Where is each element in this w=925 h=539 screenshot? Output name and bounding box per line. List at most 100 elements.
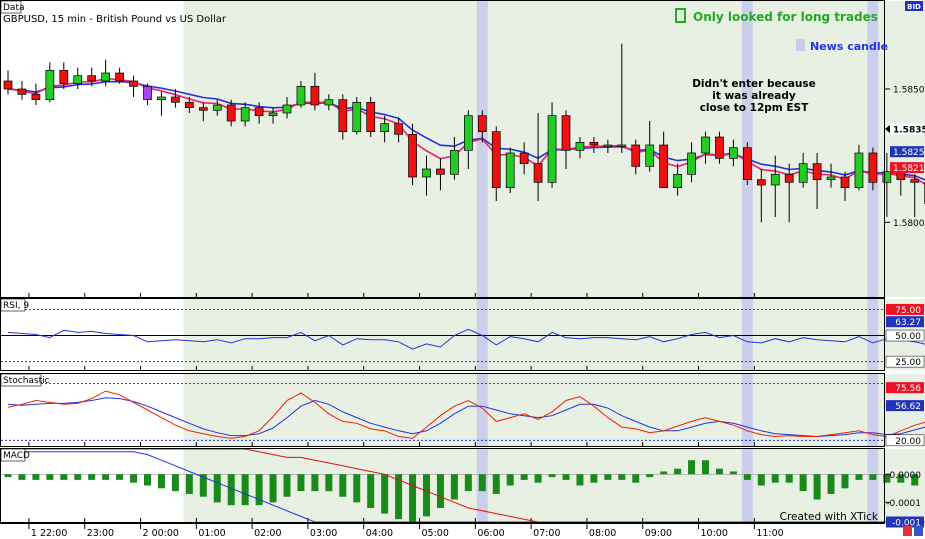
macd-histogram-bar (757, 474, 765, 486)
candle-body (324, 99, 334, 106)
macd-histogram-bar (632, 474, 640, 483)
scroll-right-icon[interactable] (914, 526, 923, 536)
time-tick-label: 06:00 (477, 528, 504, 539)
macd-histogram-bar (325, 474, 333, 492)
candle-body (742, 147, 752, 181)
candle-body (659, 144, 669, 189)
candle-body (589, 141, 599, 146)
candle-body (143, 85, 152, 101)
macd-histogram-bar (841, 474, 849, 489)
price-tag-label: 1.5835 (893, 126, 925, 136)
macd-histogram-bar (534, 474, 542, 483)
macd-histogram-bar (646, 474, 654, 478)
macd-histogram-bar (743, 474, 751, 480)
candle-body (673, 173, 682, 189)
candle-body (491, 131, 501, 189)
macd-histogram-bar (353, 474, 361, 503)
candle-body (464, 115, 473, 151)
macd-histogram-bar (799, 474, 807, 492)
candle-body (477, 115, 487, 133)
macd-axis-tag: -0.0001 (886, 499, 921, 509)
candle-body (561, 115, 571, 151)
macd-histogram-bar (785, 474, 793, 483)
news-candle-band (741, 449, 753, 522)
macd-histogram-bar (813, 474, 821, 500)
macd-histogram-bar (130, 474, 138, 483)
macd-histogram-bar (339, 474, 347, 497)
news-candle-legend: News candle (810, 40, 888, 53)
macd-histogram-bar (311, 474, 319, 492)
macd-histogram-bar (409, 474, 417, 522)
macd-histogram-bar (771, 474, 779, 483)
macd-histogram-bar (869, 474, 877, 480)
rsi-axis-tag: 75.00 (895, 306, 921, 316)
macd-histogram-bar (171, 474, 179, 492)
macd-histogram-bar (46, 474, 54, 480)
candle-body (129, 80, 138, 87)
candle-body (212, 104, 222, 111)
stoch-panel-label: Stochastic (3, 376, 50, 386)
candle-body (701, 136, 710, 154)
candle-body (812, 163, 822, 181)
candle-body (352, 101, 362, 133)
time-tick-label: 05:00 (422, 528, 449, 539)
candle-body (17, 88, 27, 95)
stoch-axis-tag: 75.56 (895, 384, 921, 394)
candle-body (519, 152, 529, 165)
price-tag-label: 1.5825 (893, 148, 925, 158)
candle-body (59, 69, 69, 85)
candle-body (198, 107, 208, 111)
chart-title: GBPUSD, 15 min - British Pound vs US Dol… (3, 14, 227, 25)
footer-credit: Created with XTick (780, 511, 879, 523)
macd-histogram-bar (423, 474, 430, 517)
macd-histogram-bar (492, 474, 500, 494)
macd-histogram-bar (674, 468, 682, 475)
candle-body (826, 176, 836, 181)
scroll-left-icon[interactable] (903, 526, 912, 536)
candle-body (240, 107, 250, 122)
macd-histogram-bar (283, 474, 291, 497)
long-trades-legend: Only looked for long trades (693, 10, 878, 24)
time-tick-label: 10:00 (701, 528, 728, 539)
macd-axis-tag: 0.0000 (890, 471, 922, 481)
rsi-axis-tag: 25.00 (895, 358, 921, 368)
macd-histogram-bar (729, 471, 737, 475)
macd-histogram-bar (562, 474, 570, 480)
candle-body (868, 152, 878, 183)
time-tick-label: 03:00 (310, 528, 337, 539)
bid-badge: BID (907, 3, 921, 11)
time-tick-label: 23:00 (87, 528, 114, 539)
candle-body (282, 104, 292, 114)
time-tick-label: 11:00 (756, 528, 783, 539)
macd-histogram-bar (590, 474, 598, 483)
price-panel-label: Data (3, 3, 25, 13)
candle-body (687, 152, 696, 175)
candle-body (45, 69, 55, 101)
price-tick-label: 1.5850 (893, 86, 925, 96)
candle-body (575, 141, 585, 151)
rsi-axis-tag: 63.27 (895, 318, 921, 328)
candle-body (296, 85, 306, 106)
candle-body (422, 168, 431, 178)
macd-histogram-bar (185, 474, 193, 494)
macd-histogram-bar (74, 474, 82, 480)
macd-histogram-bar (450, 474, 458, 500)
annotation-line-3: close to 12pm EST (700, 102, 809, 114)
time-tick-label: 02:00 (254, 528, 281, 539)
macd-histogram-bar (688, 460, 696, 475)
candle-body (505, 152, 515, 189)
macd-histogram-bar (60, 474, 68, 480)
news-candle-band (741, 374, 753, 446)
candle-body (756, 179, 766, 186)
candle-body (310, 85, 320, 106)
macd-histogram-bar (604, 474, 612, 480)
macd-histogram-bar (827, 474, 835, 494)
candle-body (31, 93, 41, 101)
candle-body (254, 107, 264, 117)
candle-body (171, 96, 180, 103)
rsi-panel-label: RSI, 9 (3, 301, 29, 311)
macd-histogram-bar (32, 474, 40, 480)
stoch-axis-tag: 20.00 (895, 437, 921, 447)
time-tick-label: 04:00 (366, 528, 393, 539)
candle-body (854, 152, 864, 189)
